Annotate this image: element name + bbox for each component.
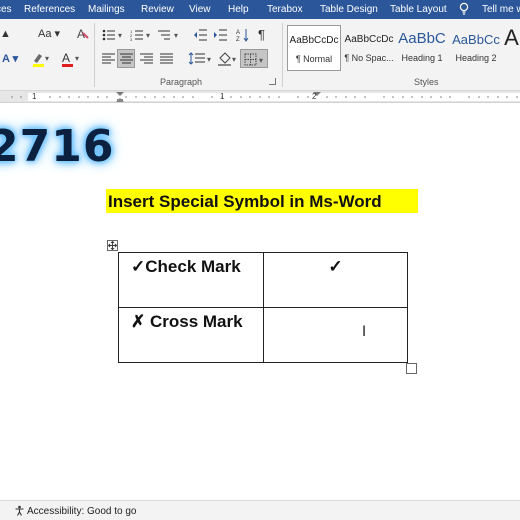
svg-text:▾: ▾ — [75, 54, 79, 63]
style-sample: AaBbCcDc — [289, 35, 339, 46]
style-heading-2[interactable]: AaBbCc Heading 2 — [450, 25, 502, 71]
line-spacing-icon[interactable]: ▾ — [188, 52, 214, 66]
styles-group-label: Styles — [414, 77, 439, 87]
ribbon-divider — [94, 23, 95, 87]
clear-formatting-icon[interactable]: A — [76, 27, 90, 41]
tab-references-partial[interactable]: ces — [0, 4, 12, 15]
table-cell[interactable]: ✓Check Mark — [118, 252, 264, 308]
tab-mailings[interactable]: Mailings — [88, 4, 125, 15]
ribbon: ▲ Aa ▾ A A ▾ ▾ A ▾ ▾ 1 2 3 ▾ ▾ A Z ¶ ▾ ▾… — [0, 19, 520, 91]
tab-references[interactable]: References — [24, 4, 75, 15]
text-cursor-icon: I — [362, 324, 367, 340]
align-center-icon — [120, 53, 133, 64]
multilevel-list-icon[interactable]: ▾ — [158, 29, 182, 41]
decrease-indent-icon[interactable] — [194, 29, 208, 41]
change-case-label: Aa — [38, 28, 52, 40]
ruler-mark: 2 — [312, 92, 317, 101]
sort-icon[interactable]: A Z — [236, 28, 250, 42]
table-move-handle[interactable] — [107, 240, 118, 251]
ruler-ticks — [11, 92, 518, 102]
borders-button[interactable]: ▾ — [240, 49, 268, 68]
svg-text:3: 3 — [130, 37, 133, 41]
symbol-table[interactable]: ✓Check Mark ✓ ✗ Cross Mark — [118, 252, 408, 363]
svg-text:▾: ▾ — [259, 56, 263, 65]
ruler-mark: 1 — [220, 92, 225, 101]
table-cell[interactable]: ✗ Cross Mark — [118, 307, 264, 363]
table-cell[interactable] — [263, 307, 408, 363]
accessibility-status[interactable]: Accessibility: Good to go — [27, 506, 137, 517]
accessibility-icon[interactable] — [14, 505, 25, 516]
table-resize-handle[interactable] — [406, 363, 417, 374]
style-name: Heading 1 — [401, 53, 443, 63]
table-row: ✓Check Mark ✓ — [118, 252, 408, 308]
style-no-spacing[interactable]: AaBbCcDc ¶ No Spac... — [343, 25, 395, 71]
align-right-icon[interactable] — [140, 53, 154, 65]
increase-indent-icon[interactable] — [214, 29, 228, 41]
svg-text:▾: ▾ — [174, 31, 178, 40]
svg-text:A: A — [62, 51, 70, 65]
tell-me-search[interactable]: Tell me w — [482, 4, 520, 15]
svg-text:▾: ▾ — [118, 31, 122, 40]
table-cell[interactable]: ✓ — [263, 252, 408, 308]
show-formatting-marks-icon[interactable]: ¶ — [258, 28, 265, 42]
ruler-mark: 1 — [32, 92, 37, 101]
shading-icon[interactable]: ▾ — [217, 52, 239, 66]
style-name: Heading 2 — [455, 53, 497, 63]
move-icon — [108, 241, 117, 250]
style-sample: AaBbCc — [452, 32, 500, 47]
font-size-arrow-icon[interactable]: ▲ — [0, 27, 11, 41]
svg-text:Z: Z — [236, 37, 240, 42]
align-left-icon[interactable] — [102, 53, 116, 65]
tab-view[interactable]: View — [189, 4, 211, 15]
style-sample: AaBbCcDc — [344, 34, 394, 45]
status-bar: Accessibility: Good to go — [0, 500, 520, 520]
style-title[interactable]: A — [503, 25, 520, 71]
glowing-number-overlay: 2716 — [0, 121, 115, 172]
document-heading-text: Insert Special Symbol in Ms-Word — [108, 192, 382, 211]
tab-terabox[interactable]: Terabox — [267, 4, 303, 15]
lightbulb-icon — [459, 2, 469, 15]
paragraph-group-label: Paragraph — [160, 77, 203, 87]
ribbon-divider — [282, 23, 283, 87]
document-heading[interactable]: Insert Special Symbol in Ms-Word — [106, 189, 418, 213]
align-center-button[interactable] — [117, 49, 135, 68]
borders-icon: ▾ — [244, 53, 263, 66]
svg-text:A: A — [236, 30, 240, 36]
paragraph-dialog-launcher[interactable] — [269, 78, 276, 85]
svg-text:▾: ▾ — [207, 55, 211, 64]
style-normal[interactable]: AaBbCcDc ¶ Normal — [287, 25, 341, 71]
tab-help[interactable]: Help — [228, 4, 249, 15]
horizontal-ruler[interactable]: 1 1 2 — [0, 91, 520, 103]
justify-icon[interactable] — [160, 53, 174, 65]
tab-review[interactable]: Review — [141, 4, 174, 15]
change-case-button[interactable]: Aa ▾ — [38, 27, 60, 41]
tab-table-design[interactable]: Table Design — [320, 4, 378, 15]
highlight-color-icon[interactable]: ▾ — [31, 51, 51, 67]
svg-text:▾: ▾ — [45, 54, 49, 63]
ribbon-tab-bar: ces References Mailings Review View Help… — [0, 0, 520, 19]
style-name: ¶ No Spac... — [344, 53, 394, 63]
numbering-icon[interactable]: 1 2 3 ▾ — [130, 29, 154, 41]
text-effects-icon[interactable]: A ▾ — [2, 52, 18, 66]
style-name: ¶ Normal — [295, 54, 333, 64]
font-color-icon[interactable]: A ▾ — [61, 51, 81, 67]
style-sample: AaBbC — [398, 30, 446, 47]
style-heading-1[interactable]: AaBbC Heading 1 — [396, 25, 448, 71]
svg-text:▾: ▾ — [146, 31, 150, 40]
svg-text:▾: ▾ — [232, 55, 236, 64]
bullets-icon[interactable]: ▾ — [102, 29, 126, 41]
style-sample: A — [504, 25, 519, 50]
tab-table-layout[interactable]: Table Layout — [390, 4, 447, 15]
